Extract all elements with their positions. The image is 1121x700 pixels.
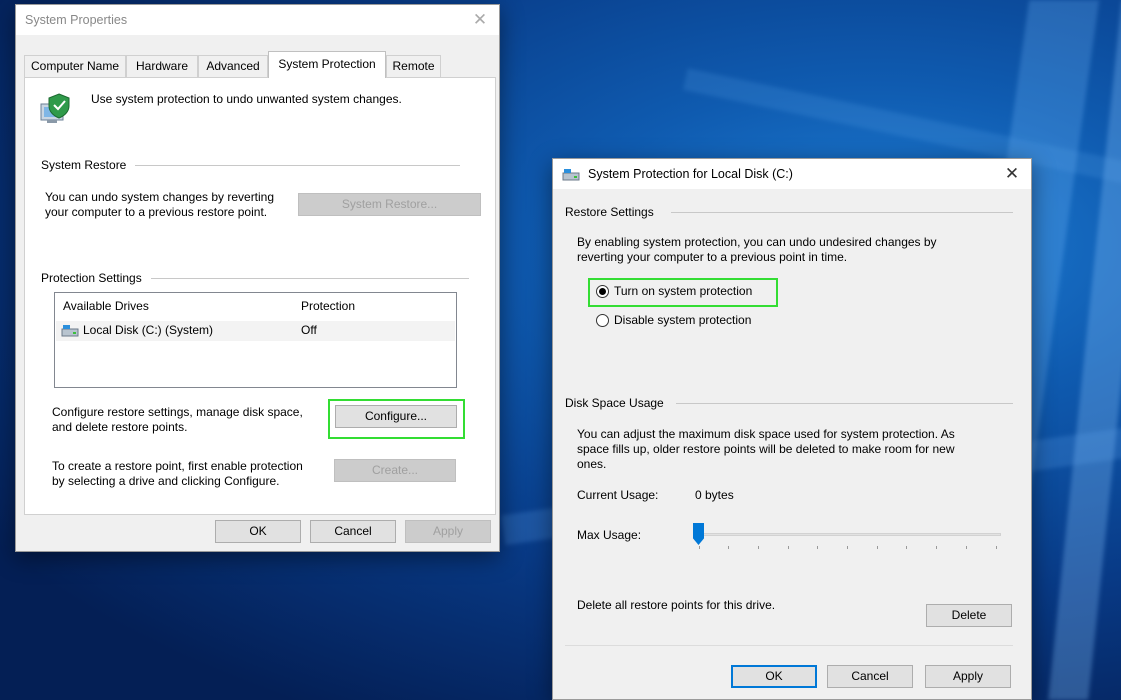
create-text-line1: To create a restore point, first enable … <box>52 459 303 473</box>
tab-remote[interactable]: Remote <box>386 55 441 77</box>
delete-restore-points-text: Delete all restore points for this drive… <box>577 598 776 612</box>
intro-text: Use system protection to undo unwanted s… <box>91 92 402 106</box>
slider-tick <box>906 546 907 549</box>
cancel-button[interactable]: Cancel <box>827 665 913 688</box>
slider-tick <box>788 546 789 549</box>
current-usage-label: Current Usage: <box>577 488 659 502</box>
configure-text-line2: and delete restore points. <box>52 420 188 434</box>
delete-button[interactable]: Delete <box>926 604 1012 627</box>
disk-protection-window: System Protection for Local Disk (C:) ✕ … <box>552 158 1032 700</box>
slider-tick <box>817 546 818 549</box>
slider-tick <box>699 546 700 549</box>
system-restore-text-line1: You can undo system changes by reverting <box>45 190 275 204</box>
create-text-line2: by selecting a drive and clicking Config… <box>52 474 280 488</box>
restore-settings-text-line1: By enabling system protection, you can u… <box>577 235 937 249</box>
disable-protection-radio[interactable]: Disable system protection <box>596 312 771 330</box>
table-row[interactable]: Local Disk (C:) (System) Off <box>56 321 455 341</box>
apply-button[interactable]: Apply <box>925 665 1011 688</box>
system-restore-text-line2: your computer to a previous restore poin… <box>45 205 268 219</box>
cancel-button[interactable]: Cancel <box>310 520 396 543</box>
system-protection-panel: Use system protection to undo unwanted s… <box>24 77 496 515</box>
column-header-protection[interactable]: Protection <box>301 299 355 314</box>
slider-tick <box>877 546 878 549</box>
slider-tick <box>936 546 937 549</box>
ok-button[interactable]: OK <box>215 520 301 543</box>
title-bar[interactable]: System Properties ✕ <box>16 5 499 35</box>
column-header-available-drives[interactable]: Available Drives <box>63 299 149 314</box>
disk-space-text-line3: ones. <box>577 457 607 471</box>
restore-settings-heading: Restore Settings <box>565 205 654 219</box>
drive-icon <box>61 325 79 337</box>
slider-tick <box>758 546 759 549</box>
title-bar[interactable]: System Protection for Local Disk (C:) ✕ <box>553 159 1031 189</box>
slider-thumb[interactable] <box>693 523 704 545</box>
group-divider <box>671 212 1013 213</box>
tab-computer-name[interactable]: Computer Name <box>24 55 126 77</box>
group-divider <box>151 278 469 279</box>
footer-divider <box>565 645 1013 646</box>
slider-tick <box>966 546 967 549</box>
ok-button[interactable]: OK <box>731 665 817 688</box>
disk-space-usage-heading: Disk Space Usage <box>565 396 664 410</box>
apply-button[interactable]: Apply <box>405 520 491 543</box>
restore-settings-text-line2: reverting your computer to a previous po… <box>577 250 848 264</box>
turn-on-protection-radio[interactable]: Turn on system protection <box>596 283 771 301</box>
slider-tick <box>728 546 729 549</box>
max-usage-label: Max Usage: <box>577 528 642 542</box>
disk-space-text-line2: space fills up, older restore points wil… <box>577 442 955 456</box>
max-usage-slider[interactable] <box>693 521 1001 549</box>
group-divider <box>135 165 460 166</box>
slider-tick <box>996 546 997 549</box>
system-protection-icon <box>40 93 70 123</box>
system-properties-window: System Properties ✕ Computer Name Hardwa… <box>15 4 500 552</box>
slider-tick <box>847 546 848 549</box>
group-divider <box>676 403 1013 404</box>
window-title: System Protection for Local Disk (C:) <box>588 167 793 181</box>
configure-text-line1: Configure restore settings, manage disk … <box>52 405 303 419</box>
drive-icon <box>562 169 580 181</box>
tab-system-protection[interactable]: System Protection <box>268 51 386 78</box>
protection-settings-heading: Protection Settings <box>41 271 142 285</box>
create-button[interactable]: Create... <box>334 459 456 482</box>
tab-hardware[interactable]: Hardware <box>126 55 198 77</box>
configure-button[interactable]: Configure... <box>335 405 457 428</box>
drive-name: Local Disk (C:) (System) <box>83 323 214 337</box>
drives-list[interactable]: Available Drives Protection Local Disk (… <box>54 292 457 388</box>
slider-ticks <box>693 546 1001 549</box>
turn-on-protection-label: Turn on system protection <box>614 284 753 298</box>
current-usage-value: 0 bytes <box>695 488 734 502</box>
radio-unselected-icon[interactable] <box>596 314 609 327</box>
window-title: System Properties <box>25 13 128 27</box>
system-restore-heading: System Restore <box>41 158 127 172</box>
tab-advanced[interactable]: Advanced <box>198 55 268 77</box>
drive-protection-status: Off <box>301 323 317 337</box>
system-restore-button[interactable]: System Restore... <box>298 193 481 216</box>
slider-track[interactable] <box>693 533 1001 536</box>
disk-space-text-line1: You can adjust the maximum disk space us… <box>577 427 955 441</box>
radio-selected-icon[interactable] <box>596 285 609 298</box>
close-icon[interactable]: ✕ <box>1001 164 1023 184</box>
close-icon[interactable]: ✕ <box>469 10 491 30</box>
disable-protection-label: Disable system protection <box>614 313 752 327</box>
